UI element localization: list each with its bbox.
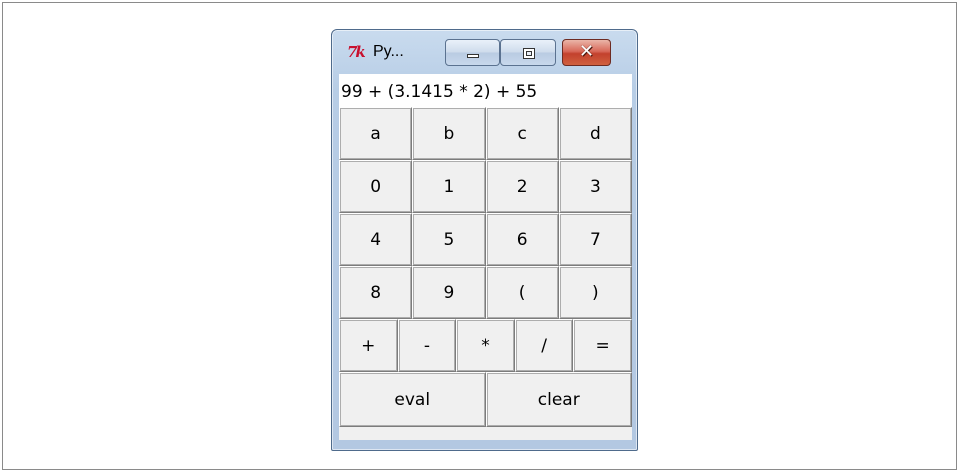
restore-icon bbox=[523, 48, 535, 59]
clear-button[interactable]: clear bbox=[485, 372, 632, 427]
eval-button[interactable]: eval bbox=[339, 372, 486, 427]
keypad-row-0-3: 0 1 2 3 bbox=[339, 160, 632, 213]
keypad-row-actions: eval clear bbox=[339, 372, 632, 427]
key-minus[interactable]: - bbox=[397, 319, 457, 372]
key-a[interactable]: a bbox=[339, 107, 413, 160]
key-1[interactable]: 1 bbox=[412, 160, 486, 213]
key-d[interactable]: d bbox=[558, 107, 632, 160]
keypad-row-operators: + - * / = bbox=[339, 319, 632, 372]
minimize-icon bbox=[467, 54, 479, 58]
tk-feather-icon: 7k bbox=[347, 43, 366, 61]
key-6[interactable]: 6 bbox=[485, 213, 559, 266]
keypad-row-8-parens: 8 9 ( ) bbox=[339, 266, 632, 319]
keypad-row-letters: a b c d bbox=[339, 107, 632, 160]
key-3[interactable]: 3 bbox=[558, 160, 632, 213]
key-multiply[interactable]: * bbox=[456, 319, 515, 372]
title-bar[interactable]: 7k Py... ✕ bbox=[332, 30, 637, 74]
window-title: Py... bbox=[373, 43, 404, 60]
key-8[interactable]: 8 bbox=[339, 266, 413, 319]
key-5[interactable]: 5 bbox=[412, 213, 486, 266]
key-7[interactable]: 7 bbox=[558, 213, 632, 266]
minimize-button[interactable] bbox=[445, 39, 500, 66]
key-divide[interactable]: / bbox=[514, 319, 574, 372]
keypad-row-4-7: 4 5 6 7 bbox=[339, 213, 632, 266]
key-close-paren[interactable]: ) bbox=[558, 266, 632, 319]
client-area: a b c d 0 1 2 3 4 5 6 7 8 9 ( ) + - * / bbox=[339, 74, 632, 440]
key-2[interactable]: 2 bbox=[485, 160, 559, 213]
calculator-window: 7k Py... ✕ a b c d 0 1 2 3 4 5 6 7 bbox=[331, 29, 638, 451]
key-b[interactable]: b bbox=[412, 107, 486, 160]
key-9[interactable]: 9 bbox=[412, 266, 486, 319]
close-button[interactable]: ✕ bbox=[562, 39, 611, 66]
key-plus[interactable]: + bbox=[339, 319, 398, 372]
key-c[interactable]: c bbox=[485, 107, 559, 160]
key-equals[interactable]: = bbox=[573, 319, 632, 372]
key-open-paren[interactable]: ( bbox=[485, 266, 559, 319]
key-0[interactable]: 0 bbox=[339, 160, 413, 213]
maximize-button[interactable] bbox=[500, 39, 556, 66]
expression-entry[interactable] bbox=[339, 74, 632, 107]
key-4[interactable]: 4 bbox=[339, 213, 413, 266]
close-icon: ✕ bbox=[578, 41, 595, 62]
